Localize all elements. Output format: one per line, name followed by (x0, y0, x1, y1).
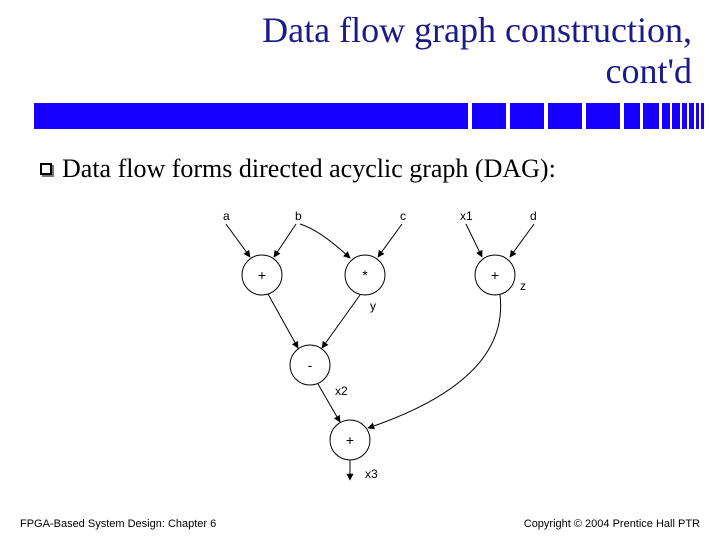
label-z: z (520, 279, 526, 293)
footer-right: Copyright © 2004 Prentice Hall PTR (524, 518, 700, 530)
input-a: a (223, 210, 230, 223)
bullet-icon (40, 163, 52, 175)
decorative-bar-ticks (434, 103, 704, 129)
decorative-bar-solid (34, 103, 434, 129)
slide-title: Data flow graph construction, cont'd (0, 0, 720, 99)
title-line-2: cont'd (0, 51, 692, 92)
input-c: c (400, 210, 406, 223)
footer-left: FPGA-Based System Design: Chapter 6 (20, 518, 216, 530)
title-line-1: Data flow graph construction, (262, 10, 692, 50)
input-x1: x1 (460, 210, 473, 223)
decorative-bar (0, 103, 720, 131)
footer: FPGA-Based System Design: Chapter 6 Copy… (0, 518, 720, 530)
label-y: y (370, 299, 376, 313)
node-n1-op: + (258, 267, 266, 283)
label-x3: x3 (365, 467, 378, 481)
label-x2: x2 (335, 384, 348, 398)
bullet-text: Data flow forms directed acyclic graph (… (62, 153, 556, 186)
node-n5-op: + (346, 432, 354, 448)
node-n2-op: * (362, 267, 368, 283)
input-b: b (295, 210, 302, 223)
body: Data flow forms directed acyclic graph (… (0, 131, 720, 186)
input-d: d (530, 210, 537, 223)
node-n3-op: + (491, 267, 499, 283)
dag-diagram: a b c x1 d + * + y z - x2 + x3 (200, 210, 600, 490)
node-n4-op: - (308, 357, 313, 373)
